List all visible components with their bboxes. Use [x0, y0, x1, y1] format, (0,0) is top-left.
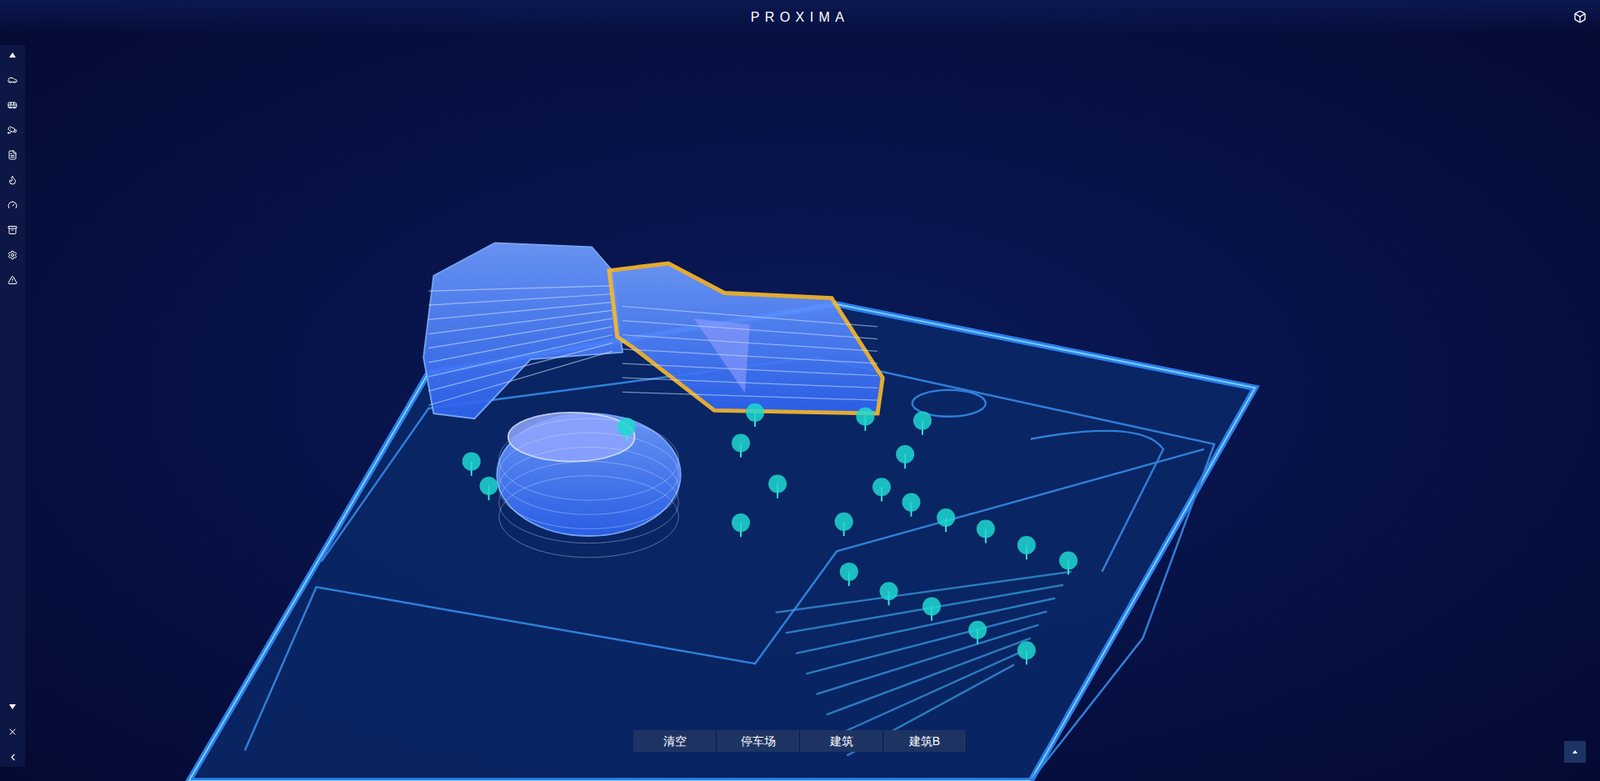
- building-b[interactable]: [609, 263, 883, 414]
- sidebar-icon: [7, 100, 18, 110]
- left-sidebar: [0, 45, 25, 767]
- scroll-up-button[interactable]: [8, 48, 17, 62]
- toolbar-button[interactable]: 停车场: [716, 730, 800, 752]
- sidebar-item[interactable]: [7, 173, 18, 187]
- cube-icon: [1573, 10, 1587, 24]
- sidebar-item[interactable]: [7, 273, 18, 287]
- sidebar-icon: [7, 125, 18, 135]
- sidebar-item[interactable]: [7, 198, 18, 212]
- arrow-up-icon: [1570, 748, 1580, 755]
- toolbar-button[interactable]: 清空: [633, 730, 717, 752]
- chevron-left-icon: [7, 751, 19, 763]
- sidebar-icon: [7, 75, 18, 85]
- building-a[interactable]: [423, 243, 623, 420]
- sidebar-icon: [7, 250, 18, 260]
- sidebar-item[interactable]: [7, 223, 18, 237]
- sidebar-icon: [7, 225, 18, 235]
- sidebar-item[interactable]: [7, 123, 18, 137]
- collapse-button[interactable]: [7, 750, 19, 764]
- view-cube-button[interactable]: [1573, 10, 1587, 24]
- expand-button[interactable]: [1564, 740, 1586, 763]
- top-bar: PROXIMA: [0, 0, 1600, 35]
- sidebar-icon: [7, 200, 18, 210]
- sidebar-icon: [7, 150, 18, 160]
- toolbar-button[interactable]: 建筑B: [883, 730, 967, 752]
- app-title: PROXIMA: [750, 7, 850, 28]
- toolbar-button[interactable]: 建筑: [800, 730, 884, 752]
- trees: [462, 403, 1078, 665]
- close-icon: [7, 726, 18, 737]
- sidebar-item[interactable]: [7, 98, 18, 112]
- arrow-down-icon: [8, 703, 17, 710]
- scene-canvas[interactable]: [0, 0, 1600, 781]
- sidebar-icon: [7, 275, 18, 285]
- building-c[interactable]: [496, 412, 680, 558]
- sidebar-item[interactable]: [7, 248, 18, 262]
- sidebar-icon: [7, 175, 18, 185]
- sidebar-item[interactable]: [7, 73, 18, 87]
- sidebar-item[interactable]: [7, 148, 18, 162]
- close-button[interactable]: [7, 725, 18, 739]
- scroll-down-button[interactable]: [8, 700, 17, 714]
- arrow-up-icon: [8, 51, 17, 59]
- toolbar: 清空停车场建筑建筑B: [633, 730, 967, 752]
